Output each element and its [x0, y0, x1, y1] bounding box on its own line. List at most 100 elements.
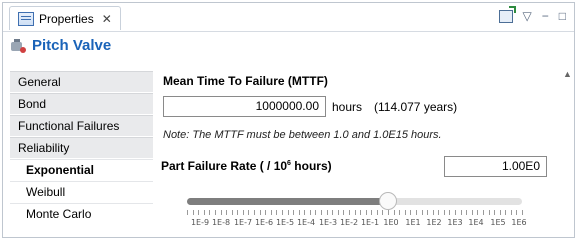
slider-tick [288, 210, 289, 215]
slider-tick-label: 1E-5 [275, 218, 295, 227]
slider-tick [304, 210, 305, 215]
slider-tick [321, 210, 322, 215]
sidebar-item-functional-failures[interactable]: Functional Failures [10, 115, 153, 136]
slider-tick [360, 210, 361, 215]
pfr-heading: Part Failure Rate ( / 106 hours) [161, 159, 332, 173]
slider-tick [371, 210, 372, 215]
slider-tick [382, 210, 383, 215]
sidebar-item-bond[interactable]: Bond [10, 93, 153, 114]
slider-tick [226, 210, 227, 215]
view-menu-icon[interactable]: ▽ [523, 9, 532, 23]
slider-tick [215, 210, 216, 215]
slider-tick [198, 210, 199, 215]
slider-tick-label: 1E-8 [211, 218, 231, 227]
slider-tick [293, 210, 294, 215]
page-title: Pitch Valve [32, 37, 112, 54]
sidebar-item-exponential[interactable]: Exponential [10, 159, 153, 180]
minimize-icon[interactable]: − [542, 9, 549, 23]
mttf-heading: Mean Time To Failure (MTTF) [163, 74, 328, 88]
slider-tick [338, 210, 339, 215]
sidebar-item-weibull[interactable]: Weibull [10, 181, 153, 202]
slider-tick [522, 210, 523, 215]
mttf-note: Note: The MTTF must be between 1.0 and 1… [163, 129, 442, 141]
scroll-up-icon[interactable]: ▲ [563, 69, 572, 79]
slider-tick [466, 210, 467, 215]
slider-tick-labels: 1E-9 1E-8 1E-7 1E-6 1E-5 1E-4 1E-3 1E-2 1E-1 1E0 1… [166, 218, 546, 230]
slider-tick [388, 210, 389, 215]
sidebar-item-reliability[interactable]: Reliability [10, 137, 153, 158]
slider-tick [516, 210, 517, 215]
slider-ticks [187, 210, 523, 216]
exponential-panel: Mean Time To Failure (MTTF) 1000000.00 h… [154, 67, 566, 239]
slider-tick [399, 210, 400, 215]
slider-tick-label: 1E5 [490, 218, 506, 227]
tab-properties[interactable]: Properties ✕ [9, 6, 121, 30]
property-sidebar: General Bond Functional Failures Reliabi… [10, 71, 153, 225]
slider-tick [500, 210, 501, 215]
failure-rate-slider[interactable] [187, 192, 522, 210]
slider-tick [221, 210, 222, 215]
slider-tick [394, 210, 395, 215]
slider-tick [254, 210, 255, 215]
slider-tick [422, 210, 423, 215]
slider-tick [433, 210, 434, 215]
pin-icon[interactable] [498, 5, 516, 23]
slider-tick [438, 210, 439, 215]
slider-tick [366, 210, 367, 215]
close-tab-icon[interactable]: ✕ [102, 12, 112, 26]
slider-tick-label: 1E-1 [360, 218, 380, 227]
maximize-icon[interactable]: □ [559, 9, 566, 23]
view-tab-bar: Properties ✕ ▽ − □ [3, 3, 574, 32]
slider-fill [187, 198, 388, 205]
slider-tick-label: 1E3 [447, 218, 463, 227]
slider-tick-label: 1E-4 [296, 218, 316, 227]
page-header: Pitch Valve [11, 37, 111, 54]
slider-tick [483, 210, 484, 215]
pfr-heading-prefix: Part Failure Rate ( / 10 [161, 159, 288, 173]
slider-tick [276, 210, 277, 215]
slider-tick-label: 1E-6 [254, 218, 274, 227]
slider-tick [449, 210, 450, 215]
slider-tick-label: 1E-9 [190, 218, 210, 227]
slider-tick [327, 210, 328, 215]
slider-tick [310, 210, 311, 215]
slider-tick [343, 210, 344, 215]
slider-tick [193, 210, 194, 215]
slider-tick [355, 210, 356, 215]
slider-tick [232, 210, 233, 215]
slider-tick [282, 210, 283, 215]
slider-tick-label: 1E-7 [233, 218, 253, 227]
vertical-scrollbar[interactable]: ▲ [562, 69, 572, 237]
slider-tick [299, 210, 300, 215]
slider-tick [248, 210, 249, 215]
slider-tick-label: 1E-3 [318, 218, 338, 227]
sidebar-item-general[interactable]: General [10, 71, 153, 92]
mttf-input[interactable]: 1000000.00 [163, 96, 326, 117]
slider-tick [209, 210, 210, 215]
slider-thumb[interactable] [379, 192, 397, 210]
slider-tick [494, 210, 495, 215]
slider-tick [455, 210, 456, 215]
slider-tick [332, 210, 333, 215]
slider-tick-label: 1E6 [511, 218, 527, 227]
sidebar-item-monte-carlo[interactable]: Monte Carlo [10, 203, 153, 224]
slider-tick [472, 210, 473, 215]
slider-tick [416, 210, 417, 215]
slider-tick [489, 210, 490, 215]
slider-tick [405, 210, 406, 215]
slider-tick [204, 210, 205, 215]
slider-tick [377, 210, 378, 215]
slider-tick [444, 210, 445, 215]
slider-tick [243, 210, 244, 215]
slider-tick [237, 210, 238, 215]
properties-view: Properties ✕ ▽ − □ Pitch Valve General B… [2, 2, 575, 238]
slider-tick [187, 210, 188, 215]
tab-label: Properties [39, 11, 94, 26]
slider-tick [349, 210, 350, 215]
pfr-heading-suffix: hours) [290, 159, 332, 173]
slider-tick [511, 210, 512, 215]
slider-tick-label: 1E1 [405, 218, 421, 227]
slider-tick [505, 210, 506, 215]
pfr-input[interactable]: 1.00E0 [444, 156, 547, 177]
view-toolbar: ▽ − □ [498, 5, 566, 23]
